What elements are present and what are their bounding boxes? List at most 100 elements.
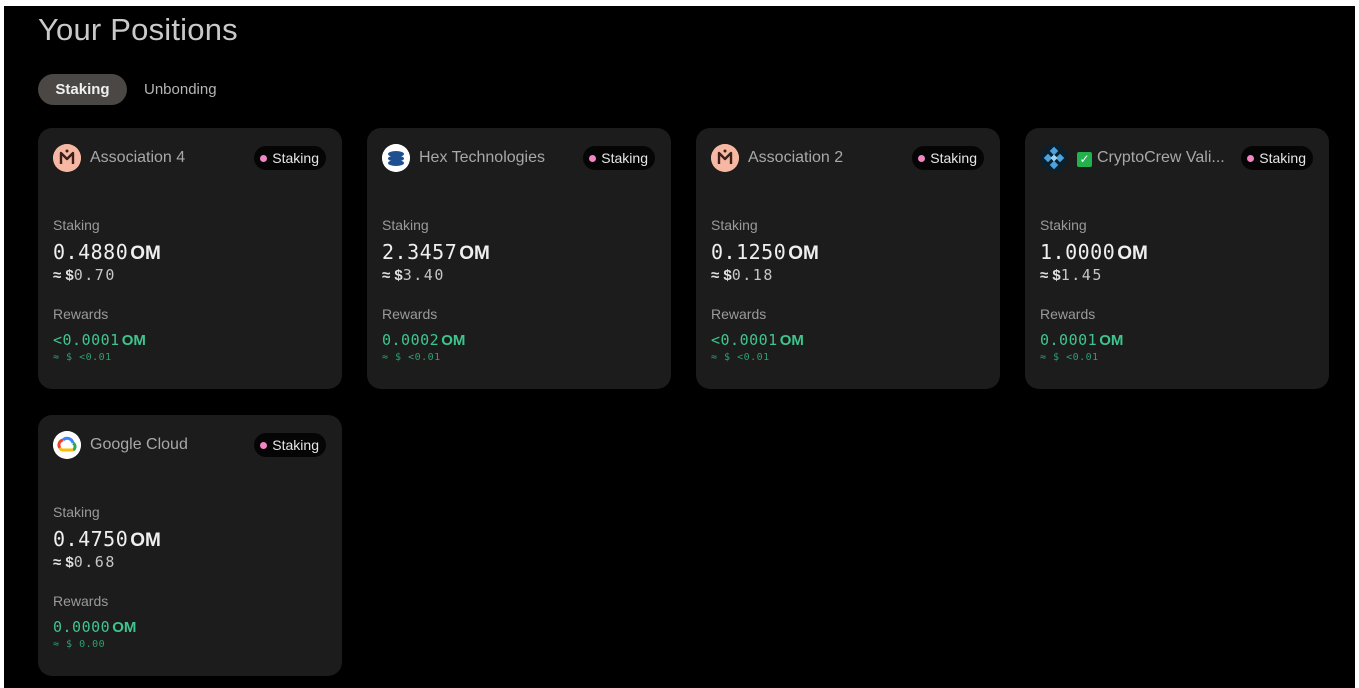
- rewards-label: Rewards: [53, 306, 109, 322]
- reward-usd: ≈ $ 0.00: [53, 639, 106, 650]
- reward-unit: OM: [779, 332, 804, 349]
- position-card[interactable]: Hex Technologies Staking Staking 2.3457 O…: [367, 128, 671, 389]
- status-badge: Staking: [583, 146, 655, 170]
- rewards-label: Rewards: [53, 593, 109, 609]
- reward-value: 0.0002: [382, 331, 440, 349]
- staked-unit: OM: [788, 243, 819, 264]
- staking-label: Staking: [382, 217, 429, 233]
- rewards-label: Rewards: [382, 306, 438, 322]
- status-dot: [260, 155, 268, 162]
- staked-usd: ≈ $3.40: [382, 266, 445, 284]
- staked-value: 0.1250: [711, 240, 787, 264]
- usd-symbol: ≈ $: [382, 267, 403, 284]
- rewards-label: Rewards: [711, 306, 767, 322]
- position-card[interactable]: Google Cloud Staking Staking 0.4750 OM ≈ …: [38, 415, 342, 676]
- positions-panel: Your Positions Staking Unbonding Associa…: [4, 6, 1355, 688]
- validator-name: ✓ CryptoCrew Vali...: [1077, 149, 1225, 167]
- status-badge: Staking: [254, 433, 326, 457]
- staked-amount: 1.0000 OM: [1040, 240, 1148, 265]
- card-header: Association 2 Staking: [711, 144, 984, 172]
- reward-usd: ≈ $ <0.01: [382, 352, 441, 363]
- tab-unbonding[interactable]: Unbonding: [127, 74, 233, 105]
- staking-label: Staking: [53, 217, 100, 233]
- position-card[interactable]: Association 4 Staking Staking 0.4880 OM ≈…: [38, 128, 342, 389]
- usd-value: 0.70: [73, 266, 116, 284]
- staked-usd: ≈ $0.18: [711, 266, 774, 284]
- staked-unit: OM: [130, 243, 161, 264]
- rewards-label: Rewards: [1040, 306, 1096, 322]
- status-dot: [918, 155, 926, 162]
- reward-value: 0.0000: [53, 618, 111, 636]
- validator-name: Association 4: [90, 149, 186, 166]
- card-header: Hex Technologies Staking: [382, 144, 655, 172]
- status-label: Staking: [272, 437, 319, 453]
- reward-usd: ≈ $ <0.01: [711, 352, 770, 363]
- status-label: Staking: [601, 150, 648, 166]
- google-cloud-logo-icon: [53, 431, 81, 459]
- staking-label: Staking: [53, 504, 100, 520]
- usd-value: 1.45: [1060, 266, 1103, 284]
- reward-value: 0.0001: [1040, 331, 1098, 349]
- cryptocrew-logo-icon: [1040, 144, 1068, 172]
- usd-value: 0.18: [731, 266, 774, 284]
- reward-amount: <0.0001 OM: [53, 331, 146, 349]
- staked-usd: ≈ $1.45: [1040, 266, 1103, 284]
- reward-amount: 0.0002 OM: [382, 331, 465, 349]
- staked-amount: 2.3457 OM: [382, 240, 490, 265]
- status-label: Staking: [930, 150, 977, 166]
- position-card[interactable]: ✓ CryptoCrew Vali... Staking Staking 1.00…: [1025, 128, 1329, 389]
- validator-name: Google Cloud: [90, 436, 188, 453]
- reward-usd: ≈ $ <0.01: [53, 352, 112, 363]
- staking-label: Staking: [711, 217, 758, 233]
- staked-value: 2.3457: [382, 240, 458, 264]
- mantra-logo-icon: [711, 144, 739, 172]
- card-header: ✓ CryptoCrew Vali... Staking: [1040, 144, 1313, 172]
- staked-value: 1.0000: [1040, 240, 1116, 264]
- status-badge: Staking: [254, 146, 326, 170]
- position-card[interactable]: Association 2 Staking Staking 0.1250 OM ≈…: [696, 128, 1000, 389]
- staked-unit: OM: [459, 243, 490, 264]
- staking-label: Staking: [1040, 217, 1087, 233]
- status-dot: [589, 155, 597, 162]
- usd-value: 3.40: [402, 266, 445, 284]
- status-dot: [260, 442, 268, 449]
- card-header: Association 4 Staking: [53, 144, 326, 172]
- tab-staking[interactable]: Staking: [38, 74, 127, 105]
- usd-value: 0.68: [73, 553, 116, 571]
- reward-unit: OM: [112, 619, 137, 636]
- staked-unit: OM: [1117, 243, 1148, 264]
- staked-amount: 0.4880 OM: [53, 240, 161, 265]
- usd-symbol: ≈ $: [1040, 267, 1061, 284]
- position-tabs: Staking Unbonding: [38, 74, 233, 105]
- reward-unit: OM: [1099, 332, 1124, 349]
- status-badge: Staking: [1241, 146, 1313, 170]
- staked-usd: ≈ $0.70: [53, 266, 116, 284]
- hex-technologies-logo-icon: [382, 144, 410, 172]
- validator-name-text: CryptoCrew Vali...: [1097, 149, 1225, 166]
- usd-symbol: ≈ $: [53, 554, 74, 571]
- reward-amount: 0.0000 OM: [53, 618, 136, 636]
- staked-amount: 0.4750 OM: [53, 527, 161, 552]
- reward-value: <0.0001: [53, 331, 120, 349]
- status-badge: Staking: [912, 146, 984, 170]
- reward-unit: OM: [441, 332, 466, 349]
- status-dot: [1247, 155, 1255, 162]
- reward-usd: ≈ $ <0.01: [1040, 352, 1099, 363]
- status-label: Staking: [272, 150, 319, 166]
- usd-symbol: ≈ $: [711, 267, 732, 284]
- staked-value: 0.4750: [53, 527, 129, 551]
- staked-unit: OM: [130, 530, 161, 551]
- reward-amount: <0.0001 OM: [711, 331, 804, 349]
- reward-amount: 0.0001 OM: [1040, 331, 1123, 349]
- mantra-logo-icon: [53, 144, 81, 172]
- staked-value: 0.4880: [53, 240, 129, 264]
- validator-name: Hex Technologies: [419, 149, 546, 166]
- usd-symbol: ≈ $: [53, 267, 74, 284]
- staked-usd: ≈ $0.68: [53, 553, 116, 571]
- reward-unit: OM: [121, 332, 146, 349]
- card-header: Google Cloud Staking: [53, 431, 326, 459]
- check-mark-icon: ✓: [1077, 152, 1092, 167]
- validator-name: Association 2: [748, 149, 844, 166]
- staked-amount: 0.1250 OM: [711, 240, 819, 265]
- status-label: Staking: [1259, 150, 1306, 166]
